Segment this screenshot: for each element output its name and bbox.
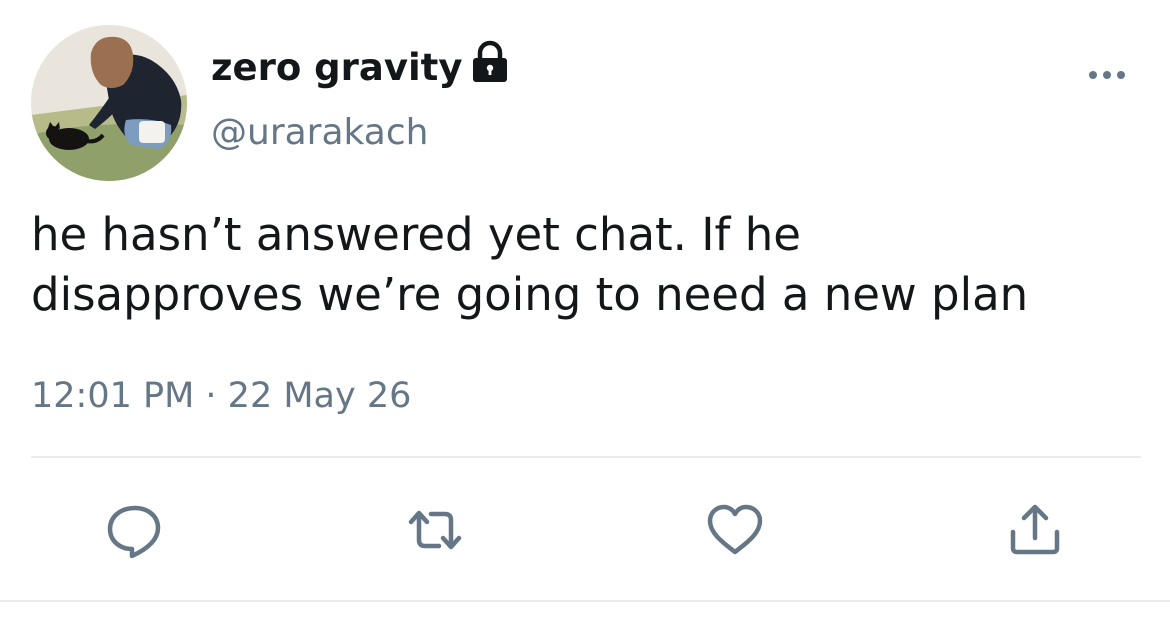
avatar[interactable]: [31, 25, 187, 181]
like-button[interactable]: [705, 500, 765, 560]
tweet-timestamp[interactable]: 12:01 PM · 22 May 26: [31, 372, 411, 420]
share-icon: [1010, 504, 1060, 555]
share-button[interactable]: [1005, 500, 1065, 560]
reply-icon: [107, 505, 161, 559]
reply-button[interactable]: [105, 500, 165, 560]
retweet-button[interactable]: [405, 500, 465, 560]
avatar-photo: [31, 25, 187, 181]
lock-icon: [468, 40, 512, 84]
tweet-card: zero gravity @urarakach he hasn’t answer…: [0, 0, 1170, 621]
tweet-text: he hasn’t answered yet chat. If he disap…: [31, 208, 1029, 321]
display-name[interactable]: zero gravity: [211, 44, 462, 92]
divider: [31, 456, 1141, 458]
divider: [0, 600, 1170, 602]
retweet-icon: [408, 510, 462, 550]
user-handle[interactable]: @urarakach: [211, 110, 428, 156]
more-options-icon[interactable]: [1084, 60, 1130, 90]
heart-icon: [707, 504, 763, 555]
